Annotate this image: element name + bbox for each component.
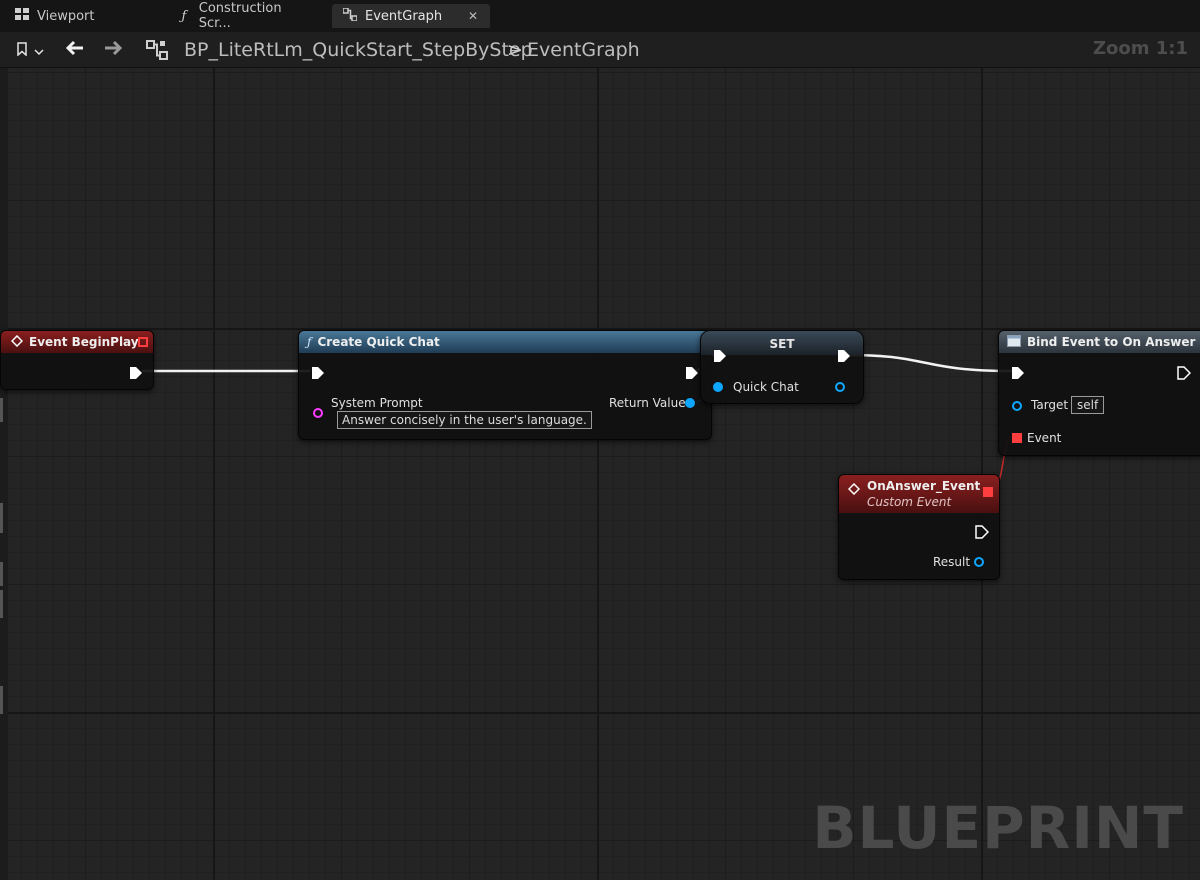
delegate-pin[interactable] (138, 337, 148, 347)
pin-label-system-prompt: System Prompt (331, 396, 423, 410)
graph-icon (342, 6, 358, 25)
back-button[interactable] (62, 38, 88, 62)
viewport-icon (14, 8, 30, 24)
exec-in-pin[interactable] (713, 349, 727, 363)
tab-viewport[interactable]: Viewport (4, 4, 154, 28)
tab-eventgraph[interactable]: EventGraph ✕ (332, 4, 490, 28)
quick-chat-in-pin[interactable] (713, 382, 723, 392)
node-header: Event BeginPlay (1, 331, 153, 353)
tab-bar: Viewport ƒ Construction Scr... EventGrap… (0, 0, 1200, 32)
node-create-quick-chat[interactable]: ƒ Create Quick Chat System Prompt Answer… (298, 330, 712, 440)
exec-in-pin[interactable] (1011, 366, 1025, 380)
function-icon: ƒ (307, 335, 312, 349)
breadcrumb-current[interactable]: EventGraph (527, 37, 640, 63)
exec-out-pin[interactable] (1177, 366, 1191, 380)
pin-label-event: Event (1027, 431, 1062, 445)
function-icon: ƒ (181, 8, 187, 24)
pin-label-target: Target (1031, 398, 1069, 412)
quick-chat-out-pin[interactable] (835, 382, 845, 392)
graph-icon (144, 38, 170, 62)
blueprint-editor: Viewport ƒ Construction Scr... EventGrap… (0, 0, 1200, 880)
exec-out-pin[interactable] (837, 349, 851, 363)
pin-label-return-value: Return Value (609, 396, 686, 410)
exec-out-pin[interactable] (685, 366, 699, 380)
node-set[interactable]: SET Quick Chat (700, 330, 864, 404)
node-event-beginplay[interactable]: Event BeginPlay (0, 330, 154, 390)
graph-canvas[interactable] (0, 68, 1200, 880)
blueprint-watermark: BLUEPRINT (812, 794, 1184, 862)
exec-out-pin[interactable] (975, 525, 989, 539)
breadcrumb-separator: > (507, 39, 523, 61)
bookmark-icon (16, 41, 28, 60)
breadcrumb-blueprint[interactable]: BP_LiteRtLm_QuickStart_StepByStep (184, 37, 533, 63)
return-value-pin[interactable] (685, 398, 695, 408)
exec-in-pin[interactable] (311, 366, 325, 380)
string-pin[interactable] (313, 408, 323, 418)
window-icon (1007, 334, 1021, 350)
exec-out-pin[interactable] (129, 366, 143, 380)
left-rail (0, 68, 8, 880)
event-icon (847, 480, 861, 499)
node-title: OnAnswer_Event (867, 479, 981, 493)
zoom-level: Zoom 1:1 (1092, 38, 1188, 59)
event-icon (10, 334, 24, 350)
node-title: Event BeginPlay (29, 335, 139, 349)
tab-label: Viewport (37, 8, 95, 24)
arrow-right-icon (103, 40, 123, 60)
forward-button[interactable] (100, 38, 126, 62)
node-title: Bind Event to On Answer (1027, 335, 1196, 349)
delegate-pin[interactable] (983, 487, 993, 497)
node-onanswer-event[interactable]: OnAnswer_Event Custom Event Result (838, 474, 1000, 580)
target-input[interactable]: self (1071, 396, 1105, 414)
tab-construction-script[interactable]: ƒ Construction Scr... (166, 1, 326, 31)
node-header: Bind Event to On Answer (999, 331, 1200, 353)
node-subtitle: Custom Event (867, 495, 952, 509)
target-pin[interactable] (1012, 401, 1022, 411)
tab-label: Construction Scr... (198, 1, 282, 31)
graph-toolbar: BP_LiteRtLm_QuickStart_StepByStep > Even… (0, 32, 1200, 68)
system-prompt-input[interactable]: Answer concisely in the user's language. (337, 411, 592, 429)
node-header: ƒ Create Quick Chat (299, 331, 711, 353)
tab-label: EventGraph (365, 8, 443, 24)
node-bind-event[interactable]: Bind Event to On Answer Target self Even… (998, 330, 1200, 456)
chevron-down-icon (34, 41, 44, 60)
node-title: Create Quick Chat (317, 335, 440, 349)
pin-label-quick-chat: Quick Chat (733, 380, 799, 394)
result-pin[interactable] (974, 557, 984, 567)
event-delegate-pin[interactable] (1012, 433, 1022, 443)
arrow-left-icon (65, 40, 85, 60)
pin-label-result: Result (933, 555, 971, 569)
bookmark-dropdown-button[interactable] (10, 38, 50, 62)
close-icon[interactable]: ✕ (468, 9, 478, 23)
